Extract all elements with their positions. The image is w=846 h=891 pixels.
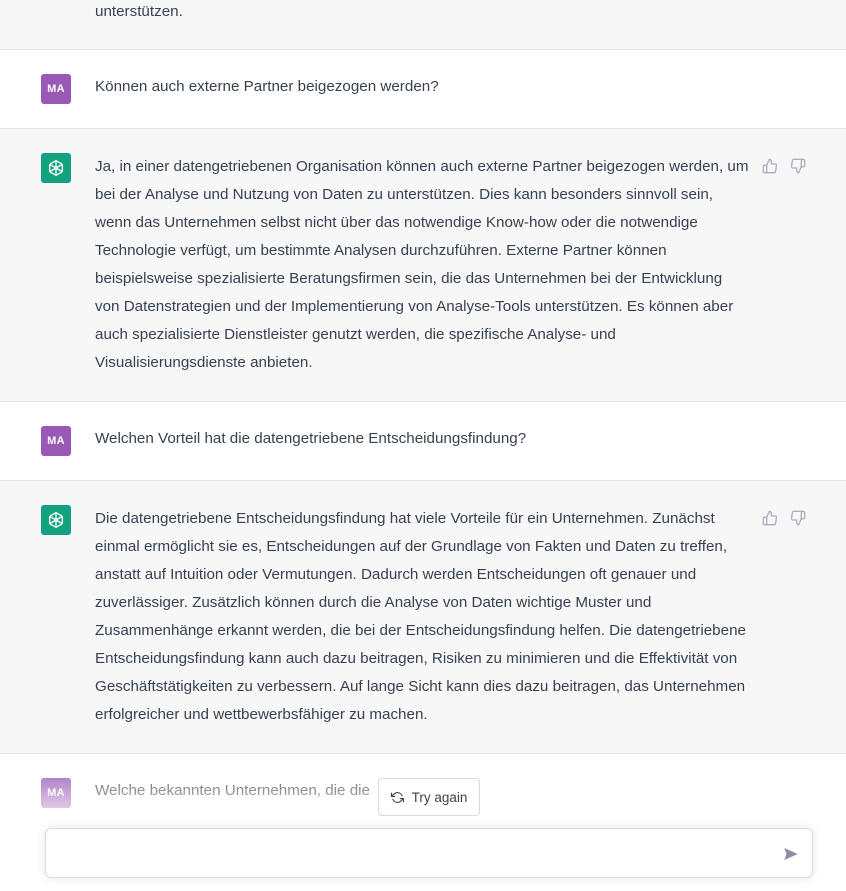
thumbs-up-icon[interactable]	[762, 510, 778, 526]
thumbs-down-icon[interactable]	[790, 158, 806, 174]
message-composer	[45, 828, 813, 878]
chatgpt-logo-icon	[41, 153, 71, 183]
message-text: unterstützen.	[95, 3, 183, 20]
assistant-message: Ja, in einer datengetriebenen Organisati…	[0, 129, 846, 402]
thumbs-up-icon[interactable]	[762, 158, 778, 174]
try-again-button[interactable]: Try again	[378, 778, 480, 816]
message-text: Welchen Vorteil hat die datengetriebene …	[95, 430, 527, 447]
thumbs-down-icon[interactable]	[790, 510, 806, 526]
send-icon	[784, 848, 798, 860]
send-button[interactable]	[782, 845, 800, 863]
assistant-message: unterstützen.	[0, 0, 846, 50]
refresh-icon	[390, 791, 404, 804]
user-avatar: MA	[41, 74, 71, 104]
message-text: Die datengetriebene Entscheidungsfindung…	[95, 510, 746, 723]
user-avatar: MA	[41, 778, 71, 808]
user-message: MA Können auch externe Partner beigezoge…	[0, 50, 846, 129]
assistant-message: Die datengetriebene Entscheidungsfindung…	[0, 481, 846, 754]
message-text: Ja, in einer datengetriebenen Organisati…	[95, 158, 749, 371]
user-message: MA Welchen Vorteil hat die datengetriebe…	[0, 402, 846, 481]
try-again-label: Try again	[411, 789, 468, 805]
message-input[interactable]	[60, 841, 764, 867]
user-avatar: MA	[41, 426, 71, 456]
chatgpt-logo-icon	[41, 505, 71, 535]
feedback-buttons	[762, 510, 806, 526]
message-text: Können auch externe Partner beigezogen w…	[95, 78, 439, 95]
chat-thread: unterstützen. MA Können auch externe Par…	[0, 0, 846, 833]
feedback-buttons	[762, 158, 806, 174]
